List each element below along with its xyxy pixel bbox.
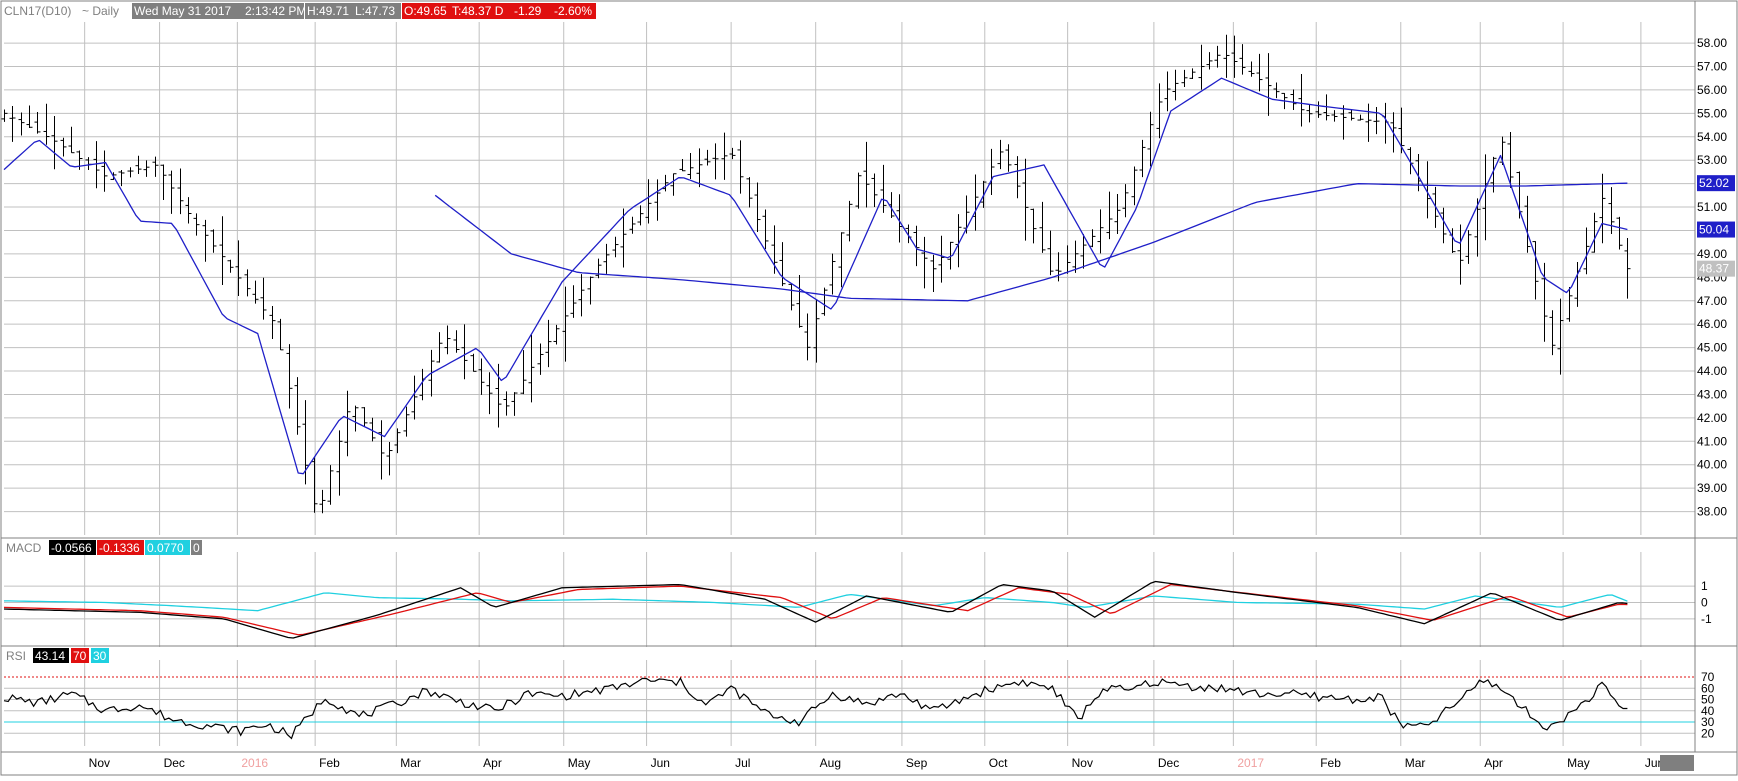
change-pct-label: -2.60% — [554, 4, 592, 18]
price-tick-label: 55.00 — [1697, 106, 1727, 120]
header-readout: CLN17(D10) ~ Daily Wed May 31 2017 2:13:… — [4, 3, 596, 19]
macd-hist-value: 0.0770 — [147, 541, 184, 555]
time-label: 2:13:42 PM — [245, 4, 306, 18]
rsi-label: RSI — [6, 649, 26, 663]
date-tick-label: Apr — [1484, 756, 1503, 770]
chart-container: 38.00 39.00 40.00 41.00 42.00 43.00 44.00 45.00… — [0, 0, 1738, 776]
price-chart: 38.00 39.00 40.00 41.00 42.00 43.00 44.00 45.00… — [0, 0, 1738, 776]
ma-slow-flag-label: 52.02 — [1699, 176, 1729, 190]
rsi-level-30: 30 — [93, 649, 107, 663]
price-tick-label: 45.00 — [1697, 341, 1727, 355]
date-tick-label: May — [568, 756, 591, 770]
date-tick-label: May — [1567, 756, 1590, 770]
date-tick-label: Feb — [319, 756, 340, 770]
macd-legend: MACD -0.0566 -0.1336 0.0770 0 — [6, 540, 202, 555]
last-label: T:48.37 D — [452, 4, 504, 18]
open-label: O:49.65 — [404, 4, 447, 18]
date-tick-label: 2016 — [241, 756, 268, 770]
date-tick-label: Mar — [1405, 756, 1426, 770]
date-tick-label: Dec — [1158, 756, 1179, 770]
symbol-label: CLN17(D10) — [4, 4, 71, 18]
ma-fast-flag-label: 50.04 — [1699, 223, 1729, 237]
price-tick-label: 58.00 — [1697, 36, 1727, 50]
price-tick-label: 56.00 — [1697, 83, 1727, 97]
rsi-value: 43.14 — [35, 649, 65, 663]
date-tick-label: 2017 — [1237, 756, 1264, 770]
high-label: H:49.71 — [307, 4, 349, 18]
price-tick-label: 43.00 — [1697, 387, 1727, 401]
price-tick-label: 53.00 — [1697, 153, 1727, 167]
date-tick-label: Apr — [483, 756, 502, 770]
date-cursor-box — [1660, 755, 1694, 771]
date-tick-label: Sep — [906, 756, 928, 770]
date-tick-label: Nov — [1072, 756, 1093, 770]
date-tick-label: Aug — [820, 756, 841, 770]
macd-tick-label: -1 — [1701, 612, 1712, 626]
date-tick-label: Feb — [1320, 756, 1341, 770]
price-tick-label: 44.00 — [1697, 364, 1727, 378]
macd-tick-label: 0 — [1701, 596, 1708, 610]
price-tick-label: 39.00 — [1697, 481, 1727, 495]
rsi-legend: RSI 43.14 70 30 — [6, 648, 109, 663]
date-tick-label: Jun — [651, 756, 670, 770]
last-price-flag-label: 48.37 — [1699, 262, 1729, 276]
date-tick-label: Dec — [164, 756, 185, 770]
date-tick-label: Oct — [989, 756, 1008, 770]
period-label: ~ Daily — [82, 4, 119, 18]
macd-zero-value: 0 — [193, 541, 200, 555]
macd-signal-value: -0.1336 — [99, 541, 140, 555]
price-tick-label: 46.00 — [1697, 317, 1727, 331]
price-tick-label: 57.00 — [1697, 60, 1727, 74]
date-tick-label: Mar — [400, 756, 421, 770]
rsi-tick-label: 20 — [1701, 726, 1715, 740]
macd-label: MACD — [6, 541, 42, 555]
price-tick-label: 40.00 — [1697, 458, 1727, 472]
price-tick-label: 42.00 — [1697, 411, 1727, 425]
price-tick-label: 47.00 — [1697, 294, 1727, 308]
low-label: L:47.73 — [355, 4, 395, 18]
price-tick-label: 51.00 — [1697, 200, 1727, 214]
change-label: -1.29 — [514, 4, 542, 18]
price-tick-label: 54.00 — [1697, 130, 1727, 144]
rsi-level-70: 70 — [73, 649, 87, 663]
date-tick-label: Jul — [735, 756, 750, 770]
price-tick-label: 41.00 — [1697, 434, 1727, 448]
date-tick-label: Nov — [89, 756, 110, 770]
macd-value: -0.0566 — [51, 541, 92, 555]
price-tick-label: 49.00 — [1697, 247, 1727, 261]
macd-tick-label: 1 — [1701, 579, 1708, 593]
datetime-label: Wed May 31 2017 — [134, 4, 231, 18]
price-tick-label: 38.00 — [1697, 505, 1727, 519]
